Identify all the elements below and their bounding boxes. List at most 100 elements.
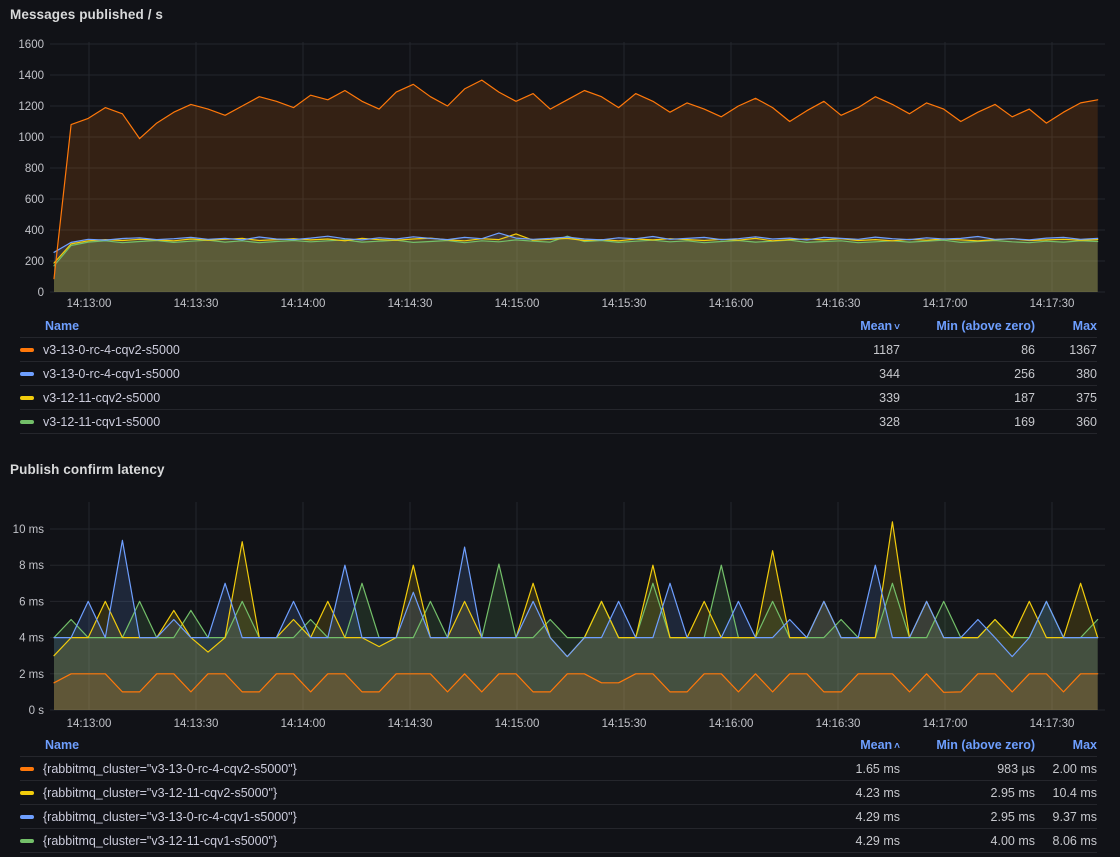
svg-text:14:17:30: 14:17:30 (1030, 718, 1075, 730)
series-color-swatch[interactable] (20, 348, 34, 352)
legend-header-mean[interactable]: Mean˅ (780, 319, 900, 333)
legend-header-mean-label: Mean (860, 738, 892, 752)
svg-text:14:15:30: 14:15:30 (602, 298, 647, 310)
svg-text:14:17:30: 14:17:30 (1030, 298, 1075, 310)
series-max-value: 380 (1035, 367, 1097, 381)
series-name[interactable]: v3-12-11-cqv2-s5000 (43, 391, 780, 405)
svg-text:14:13:30: 14:13:30 (174, 298, 219, 310)
svg-text:1400: 1400 (18, 70, 44, 82)
legend-header-mean-label: Mean (860, 319, 892, 333)
series-name[interactable]: {rabbitmq_cluster="v3-13-0-rc-4-cqv1-s50… (43, 810, 780, 824)
panel-publish-confirm-latency: Publish confirm latency 0 s 2 ms 4 ms 6 ms 8… (0, 452, 1120, 853)
series-mean-value: 1187 (780, 343, 900, 357)
svg-text:1000: 1000 (18, 132, 44, 144)
svg-text:1200: 1200 (18, 101, 44, 113)
svg-text:200: 200 (25, 256, 44, 268)
series-name[interactable]: v3-13-0-rc-4-cqv2-s5000 (43, 343, 780, 357)
legend-row[interactable]: v3-13-0-rc-4-cqv1-s5000344256380 (20, 362, 1097, 386)
legend-row[interactable]: {rabbitmq_cluster="v3-13-0-rc-4-cqv2-s50… (20, 757, 1097, 781)
svg-text:14:13:00: 14:13:00 (67, 718, 112, 730)
series-area-fills (54, 522, 1098, 710)
svg-text:14:16:00: 14:16:00 (709, 718, 754, 730)
series-min-value: 187 (900, 391, 1035, 405)
series-min-value: 256 (900, 367, 1035, 381)
panel-title[interactable]: Messages published / s (0, 0, 1120, 30)
svg-text:400: 400 (25, 225, 44, 237)
timeseries-chart-messages[interactable]: 0200400600800100012001400160014:13:0014:… (0, 30, 1120, 315)
series-name[interactable]: {rabbitmq_cluster="v3-12-11-cqv2-s5000"} (43, 786, 780, 800)
legend-row[interactable]: {rabbitmq_cluster="v3-12-11-cqv2-s5000"}… (20, 781, 1097, 805)
series-min-value: 4.00 ms (900, 834, 1035, 848)
svg-text:14:15:30: 14:15:30 (602, 718, 647, 730)
series-color-swatch[interactable] (20, 420, 34, 424)
series-min-value: 2.95 ms (900, 786, 1035, 800)
series-mean-value: 4.29 ms (780, 810, 900, 824)
series-mean-value: 1.65 ms (780, 762, 900, 776)
svg-text:0: 0 (38, 287, 44, 299)
legend-header-mean[interactable]: Mean˄ (780, 738, 900, 752)
series-min-value: 983 µs (900, 762, 1035, 776)
series-color-swatch[interactable] (20, 372, 34, 376)
series-min-value: 169 (900, 415, 1035, 429)
series-max-value: 360 (1035, 415, 1097, 429)
svg-text:14:16:00: 14:16:00 (709, 298, 754, 310)
legend-row[interactable]: {rabbitmq_cluster="v3-12-11-cqv1-s5000"}… (20, 829, 1097, 853)
series-name[interactable]: v3-12-11-cqv1-s5000 (43, 415, 780, 429)
svg-text:6 ms: 6 ms (19, 596, 44, 608)
legend-header-max[interactable]: Max (1035, 319, 1097, 333)
panel-title[interactable]: Publish confirm latency (0, 452, 1120, 484)
series-color-swatch[interactable] (20, 839, 34, 843)
legend-row[interactable]: v3-12-11-cqv1-s5000328169360 (20, 410, 1097, 434)
legend-header-max[interactable]: Max (1035, 738, 1097, 752)
svg-text:8 ms: 8 ms (19, 560, 44, 572)
svg-text:14:13:30: 14:13:30 (174, 718, 219, 730)
x-axis-labels: 14:13:00 14:13:30 14:14:00 14:14:30 14:15:00… (67, 298, 1075, 310)
series-max-value: 10.4 ms (1035, 786, 1097, 800)
series-color-swatch[interactable] (20, 791, 34, 795)
svg-text:14:17:00: 14:17:00 (923, 718, 968, 730)
legend-header-name[interactable]: Name (20, 319, 780, 333)
svg-text:14:16:30: 14:16:30 (816, 298, 861, 310)
svg-text:0 s: 0 s (29, 705, 45, 717)
series-mean-value: 339 (780, 391, 900, 405)
panel-messages-published: Messages published / s 0 200 400 600 800 1000… (0, 0, 1120, 434)
legend-row[interactable]: v3-13-0-rc-4-cqv2-s50001187861367 (20, 338, 1097, 362)
legend-row[interactable]: v3-12-11-cqv2-s5000339187375 (20, 386, 1097, 410)
svg-text:2 ms: 2 ms (19, 669, 44, 681)
series-name[interactable]: v3-13-0-rc-4-cqv1-s5000 (43, 367, 780, 381)
series-mean-value: 4.29 ms (780, 834, 900, 848)
series-max-value: 1367 (1035, 343, 1097, 357)
svg-text:14:17:00: 14:17:00 (923, 298, 968, 310)
y-axis-labels: 0 s 2 ms 4 ms 6 ms 8 ms 10 ms (13, 524, 45, 717)
legend-table-messages: NameMean˅Min (above zero)Maxv3-13-0-rc-4… (0, 315, 1120, 434)
svg-text:600: 600 (25, 194, 44, 206)
series-color-swatch[interactable] (20, 767, 34, 771)
legend-header-row: NameMean˅Min (above zero)Max (20, 315, 1097, 338)
svg-text:14:14:30: 14:14:30 (388, 718, 433, 730)
series-min-value: 86 (900, 343, 1035, 357)
svg-text:10 ms: 10 ms (13, 524, 45, 536)
legend-header-name[interactable]: Name (20, 738, 780, 752)
svg-text:4 ms: 4 ms (19, 633, 44, 645)
x-axis-labels: 14:13:0014:13:3014:14:0014:14:3014:15:00… (67, 718, 1075, 730)
legend-row[interactable]: {rabbitmq_cluster="v3-13-0-rc-4-cqv1-s50… (20, 805, 1097, 829)
series-area-fills (54, 80, 1098, 292)
series-name[interactable]: {rabbitmq_cluster="v3-13-0-rc-4-cqv2-s50… (43, 762, 780, 776)
svg-text:14:13:00: 14:13:00 (67, 298, 112, 310)
svg-text:800: 800 (25, 163, 44, 175)
svg-text:14:14:30: 14:14:30 (388, 298, 433, 310)
svg-text:1600: 1600 (18, 39, 44, 51)
series-max-value: 8.06 ms (1035, 834, 1097, 848)
series-min-value: 2.95 ms (900, 810, 1035, 824)
legend-header-min[interactable]: Min (above zero) (900, 738, 1035, 752)
series-color-swatch[interactable] (20, 815, 34, 819)
legend-header-min[interactable]: Min (above zero) (900, 319, 1035, 333)
timeseries-chart-latency[interactable]: 0 s 2 ms 4 ms 6 ms 8 ms 10 ms 14:13:00 14:13:30… (0, 484, 1120, 734)
series-color-swatch[interactable] (20, 396, 34, 400)
svg-text:14:15:00: 14:15:00 (495, 298, 540, 310)
svg-text:14:14:00: 14:14:00 (281, 298, 326, 310)
legend-table-latency: NameMean˄Min (above zero)Max {rabbitmq_cl… (0, 734, 1120, 853)
series-max-value: 9.37 ms (1035, 810, 1097, 824)
series-mean-value: 4.23 ms (780, 786, 900, 800)
series-name[interactable]: {rabbitmq_cluster="v3-12-11-cqv1-s5000"} (43, 834, 780, 848)
